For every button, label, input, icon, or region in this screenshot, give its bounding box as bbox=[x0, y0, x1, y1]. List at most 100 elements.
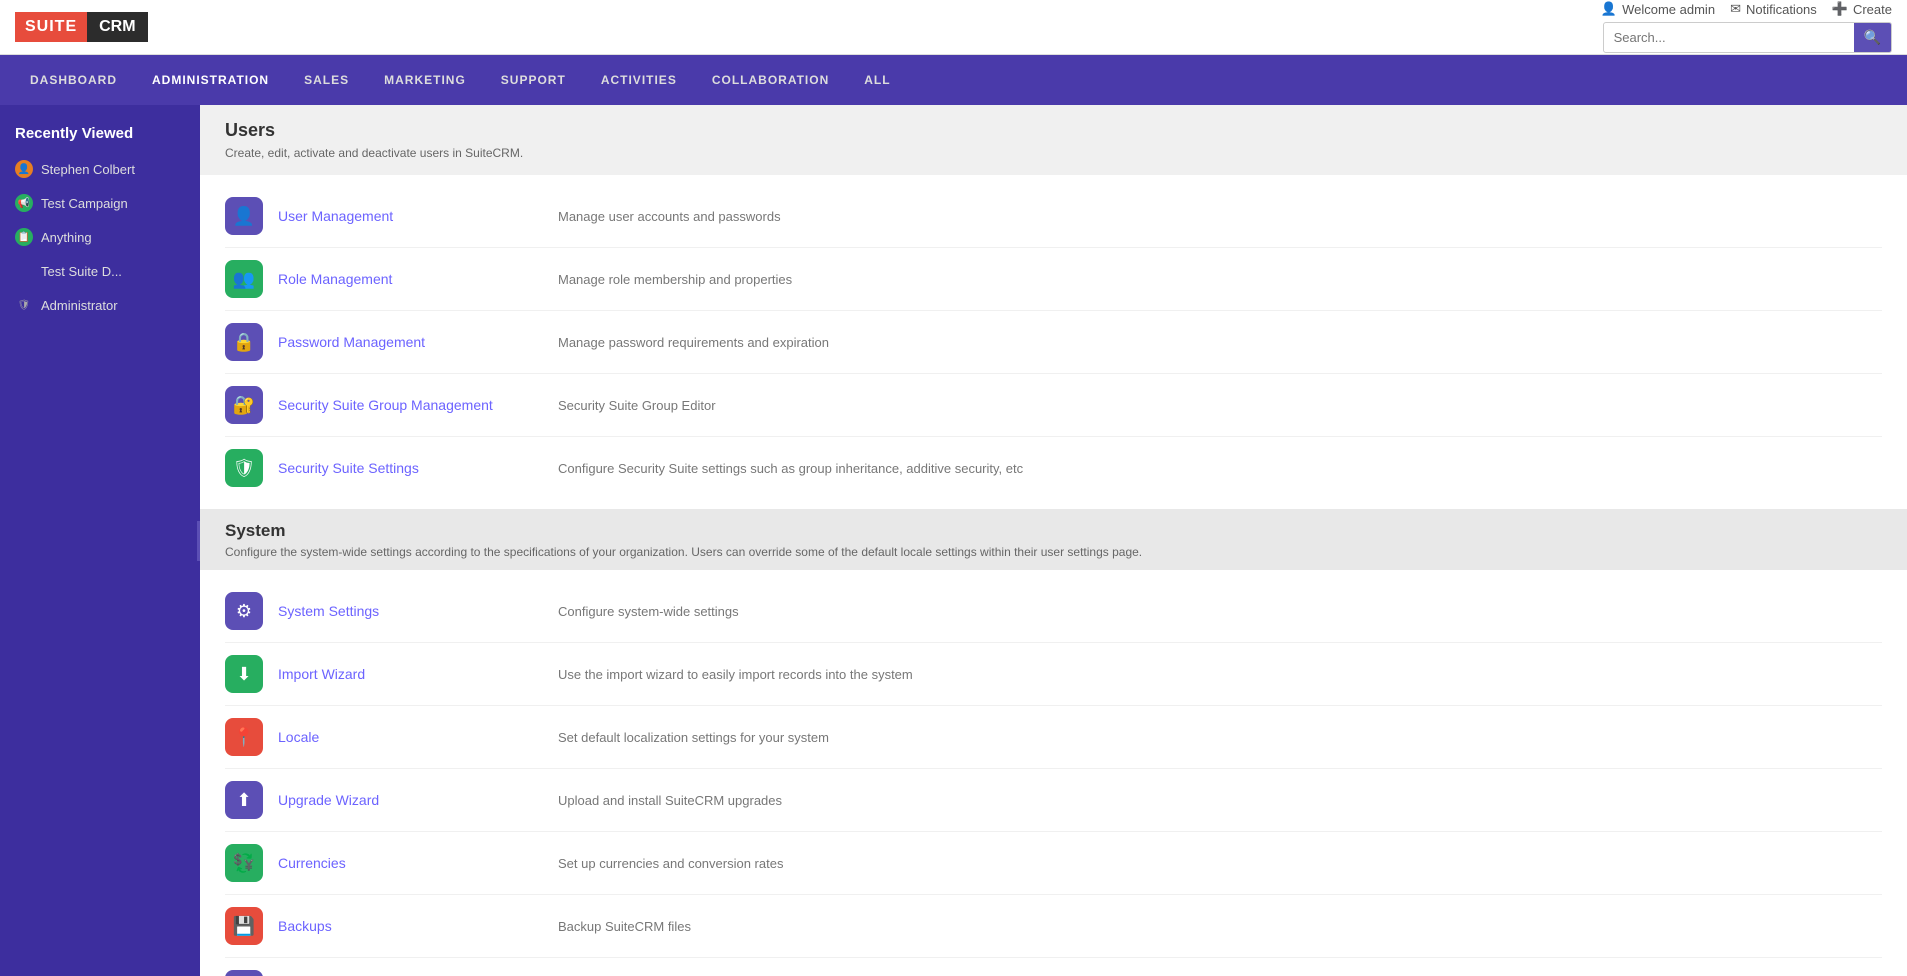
sidebar-item-label-5: Administrator bbox=[41, 298, 167, 313]
admin-item-import-wizard[interactable]: ⬇ Import Wizard Use the import wizard to… bbox=[225, 643, 1882, 706]
sidebar-item-icon-4 bbox=[15, 262, 33, 280]
sidebar-item-administrator[interactable]: 🛡 Administrator ✏ bbox=[0, 288, 200, 322]
system-settings-desc: Configure system-wide settings bbox=[558, 604, 739, 619]
backups-icon: 💾 bbox=[225, 907, 263, 945]
users-section-header: Users Create, edit, activate and deactiv… bbox=[200, 105, 1907, 175]
header-actions: 👤 Welcome admin ✉ Notifications ➕ Create bbox=[1601, 1, 1892, 17]
search-bar[interactable]: 🔍 bbox=[1603, 22, 1892, 53]
admin-item-password-management[interactable]: 🔒 Password Management Manage password re… bbox=[225, 311, 1882, 374]
upgrade-wizard-desc: Upload and install SuiteCRM upgrades bbox=[558, 793, 782, 808]
security-group-icon: 🔐 bbox=[225, 386, 263, 424]
nav-item-all[interactable]: ALL bbox=[849, 63, 905, 97]
nav-item-marketing[interactable]: MARKETING bbox=[369, 63, 481, 97]
users-section: Users Create, edit, activate and deactiv… bbox=[200, 105, 1907, 509]
user-management-name: User Management bbox=[278, 208, 558, 224]
user-management-icon: 👤 bbox=[225, 197, 263, 235]
backups-desc: Backup SuiteCRM files bbox=[558, 919, 691, 934]
nav-item-dashboard[interactable]: DASHBOARD bbox=[15, 63, 132, 97]
security-settings-name: Security Suite Settings bbox=[278, 460, 558, 476]
nav: DASHBOARD ADMINISTRATION SALES MARKETING… bbox=[0, 55, 1907, 105]
system-section: System Configure the system-wide setting… bbox=[200, 509, 1907, 976]
currencies-desc: Set up currencies and conversion rates bbox=[558, 856, 783, 871]
notifications-label: Notifications bbox=[1746, 2, 1817, 17]
mail-icon: ✉ bbox=[1730, 1, 1741, 17]
users-section-desc: Create, edit, activate and deactivate us… bbox=[225, 146, 1882, 160]
user-label: Welcome admin bbox=[1622, 2, 1715, 17]
admin-item-locale[interactable]: 📍 Locale Set default localization settin… bbox=[225, 706, 1882, 769]
admin-item-security-group-management[interactable]: 🔐 Security Suite Group Management Securi… bbox=[225, 374, 1882, 437]
import-wizard-name: Import Wizard bbox=[278, 666, 558, 682]
nav-item-support[interactable]: SUPPORT bbox=[486, 63, 581, 97]
role-management-icon: 👥 bbox=[225, 260, 263, 298]
admin-item-system-settings[interactable]: ⚙ System Settings Configure system-wide … bbox=[225, 580, 1882, 643]
languages-icon: 🌐 bbox=[225, 970, 263, 976]
locale-name: Locale bbox=[278, 729, 558, 745]
system-settings-icon: ⚙ bbox=[225, 592, 263, 630]
search-input[interactable] bbox=[1604, 24, 1854, 51]
admin-item-languages[interactable]: 🌐 Languages Manage which languages are a… bbox=[225, 958, 1882, 976]
sidebar-item-label-3: Anything bbox=[41, 230, 167, 245]
search-button[interactable]: 🔍 bbox=[1854, 23, 1891, 52]
sidebar-item-label-2: Test Campaign bbox=[41, 196, 167, 211]
password-management-desc: Manage password requirements and expirat… bbox=[558, 335, 829, 350]
admin-item-backups[interactable]: 💾 Backups Backup SuiteCRM files bbox=[225, 895, 1882, 958]
currencies-icon: 💱 bbox=[225, 844, 263, 882]
admin-item-security-settings[interactable]: 🛡 Security Suite Settings Configure Secu… bbox=[225, 437, 1882, 499]
backups-name: Backups bbox=[278, 918, 558, 934]
sidebar: Recently Viewed 👤 Stephen Colbert ✏ 📢 Te… bbox=[0, 105, 200, 976]
sidebar-item-test-suite[interactable]: Test Suite D... ✏ bbox=[0, 254, 200, 288]
main-layout: Recently Viewed 👤 Stephen Colbert ✏ 📢 Te… bbox=[0, 105, 1907, 976]
admin-item-role-management[interactable]: 👥 Role Management Manage role membership… bbox=[225, 248, 1882, 311]
nav-item-collaboration[interactable]: COLLABORATION bbox=[697, 63, 844, 97]
user-management-desc: Manage user accounts and passwords bbox=[558, 209, 781, 224]
import-wizard-icon: ⬇ bbox=[225, 655, 263, 693]
nav-item-administration[interactable]: ADMINISTRATION bbox=[137, 63, 284, 97]
security-settings-desc: Configure Security Suite settings such a… bbox=[558, 461, 1023, 476]
user-icon: 👤 bbox=[1601, 1, 1617, 17]
security-group-name: Security Suite Group Management bbox=[278, 397, 558, 413]
locale-icon: 📍 bbox=[225, 718, 263, 756]
sidebar-item-icon-1: 👤 bbox=[15, 160, 33, 178]
sidebar-item-icon-2: 📢 bbox=[15, 194, 33, 212]
user-menu[interactable]: 👤 Welcome admin bbox=[1601, 1, 1715, 17]
sidebar-title: Recently Viewed bbox=[0, 105, 200, 152]
nav-item-sales[interactable]: SALES bbox=[289, 63, 364, 97]
system-section-header: System Configure the system-wide setting… bbox=[200, 509, 1907, 570]
content-area: Users Create, edit, activate and deactiv… bbox=[200, 105, 1907, 976]
upgrade-wizard-icon: ⬆ bbox=[225, 781, 263, 819]
header-top-right: 👤 Welcome admin ✉ Notifications ➕ Create… bbox=[1601, 1, 1892, 53]
import-wizard-desc: Use the import wizard to easily import r… bbox=[558, 667, 913, 682]
system-items-grid: ⚙ System Settings Configure system-wide … bbox=[200, 570, 1907, 976]
system-section-title: System bbox=[225, 521, 1882, 541]
users-section-title: Users bbox=[225, 120, 1882, 141]
locale-desc: Set default localization settings for yo… bbox=[558, 730, 829, 745]
security-group-desc: Security Suite Group Editor bbox=[558, 398, 716, 413]
currencies-name: Currencies bbox=[278, 855, 558, 871]
role-management-name: Role Management bbox=[278, 271, 558, 287]
sidebar-item-label-4: Test Suite D... bbox=[41, 264, 167, 279]
plus-icon: ➕ bbox=[1832, 1, 1848, 17]
create-label: Create bbox=[1853, 2, 1892, 17]
create-button[interactable]: ➕ Create bbox=[1832, 1, 1892, 17]
sidebar-item-anything[interactable]: 📋 Anything ✏ bbox=[0, 220, 200, 254]
logo[interactable]: SUITE CRM bbox=[15, 12, 148, 42]
sidebar-item-icon-5: 🛡 bbox=[15, 296, 33, 314]
notifications-button[interactable]: ✉ Notifications bbox=[1730, 1, 1817, 17]
header: SUITE CRM 👤 Welcome admin ✉ Notification… bbox=[0, 0, 1907, 55]
sidebar-item-test-campaign[interactable]: 📢 Test Campaign ✏ bbox=[0, 186, 200, 220]
sidebar-toggle-button[interactable]: ◀ bbox=[197, 521, 200, 561]
system-section-desc: Configure the system-wide settings accor… bbox=[225, 545, 1882, 559]
security-settings-icon: 🛡 bbox=[225, 449, 263, 487]
logo-suite: SUITE bbox=[15, 12, 87, 42]
admin-item-currencies[interactable]: 💱 Currencies Set up currencies and conve… bbox=[225, 832, 1882, 895]
users-items-grid: 👤 User Management Manage user accounts a… bbox=[200, 175, 1907, 509]
nav-item-activities[interactable]: ACTIVITIES bbox=[586, 63, 692, 97]
sidebar-item-label-1: Stephen Colbert bbox=[41, 162, 167, 177]
role-management-desc: Manage role membership and properties bbox=[558, 272, 792, 287]
admin-item-user-management[interactable]: 👤 User Management Manage user accounts a… bbox=[225, 185, 1882, 248]
sidebar-item-stephen-colbert[interactable]: 👤 Stephen Colbert ✏ bbox=[0, 152, 200, 186]
upgrade-wizard-name: Upgrade Wizard bbox=[278, 792, 558, 808]
system-settings-name: System Settings bbox=[278, 603, 558, 619]
admin-item-upgrade-wizard[interactable]: ⬆ Upgrade Wizard Upload and install Suit… bbox=[225, 769, 1882, 832]
password-management-icon: 🔒 bbox=[225, 323, 263, 361]
